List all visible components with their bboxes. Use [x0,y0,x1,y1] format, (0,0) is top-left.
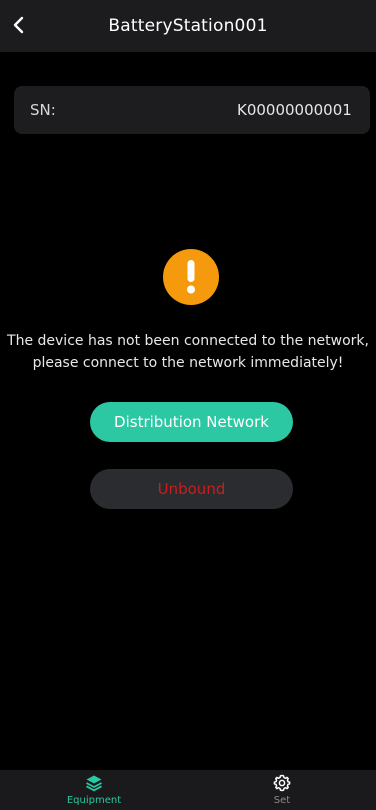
sn-value: K00000000001 [237,101,352,119]
unbound-button[interactable]: Unbound [90,469,293,509]
warning-icon [163,249,219,305]
tab-set-label: Set [273,795,291,806]
bottom-tab-bar: Equipment Set [0,770,376,810]
layers-icon [86,775,102,792]
connection-warning-message: The device has not been connected to the… [0,330,376,374]
distribution-network-button[interactable]: Distribution Network [90,402,293,442]
tab-set[interactable]: Set [188,770,376,810]
top-navigation-bar: BatteryStation001 [0,0,376,52]
chevron-left-icon [13,16,24,34]
tab-equipment-label: Equipment [66,795,122,806]
back-button[interactable] [4,10,34,40]
message-line-1: The device has not been connected to the… [7,333,369,349]
message-line-2: please connect to the network immediatel… [32,355,344,371]
sn-label: SN: [30,101,56,119]
page-title: BatteryStation001 [108,16,268,36]
gear-icon [273,774,291,792]
serial-number-card: SN: K00000000001 [14,86,370,134]
tab-equipment[interactable]: Equipment [0,770,188,810]
